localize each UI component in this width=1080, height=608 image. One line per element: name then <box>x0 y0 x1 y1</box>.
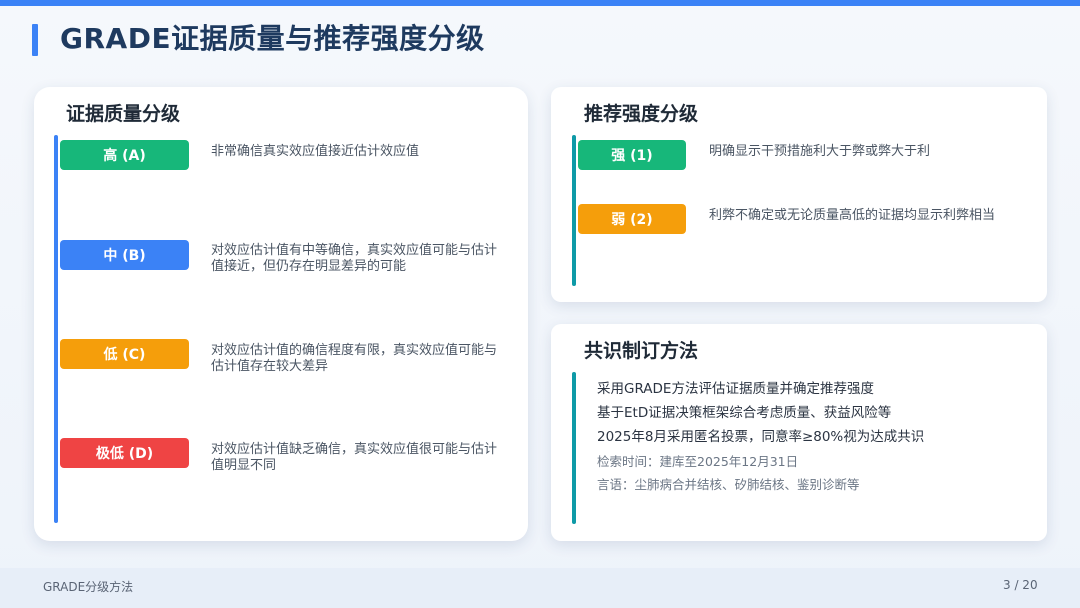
consensus-item-3: 2025年8月采用匿名投票，同意率≥80%视为达成共识 <box>597 429 925 445</box>
footer-bar <box>0 568 1080 608</box>
strength-desc-strong: 明确显示干预措施利大于弊或弊大于利 <box>709 144 931 159</box>
recommendation-strength-card: 推荐强度分级 强 (1) 明确显示干预措施利大于弊或弊大于利 弱 (2) 利弊不… <box>551 87 1047 302</box>
quality-badge-high: 高 (A) <box>60 140 189 170</box>
quality-desc-moderate: 对效应估计值有中等确信，真实效应值可能与估计值接近，但仍存在明显差异的可能 <box>211 243 498 274</box>
consensus-note-keywords: 言语：尘肺病合并结核、矽肺结核、鉴别诊断等 <box>597 477 860 492</box>
consensus-item-2: 基于EtD证据决策框架综合考虑质量、获益风险等 <box>597 405 892 421</box>
consensus-note-search-time: 检索时间：建库至2025年12月31日 <box>597 454 799 469</box>
evidence-quality-card: 证据质量分级 高 (A) 非常确信真实效应值接近估计效应值 中 (B) 对效应估… <box>34 87 528 541</box>
footer-label: GRADE分级方法 <box>43 580 134 594</box>
consensus-item-1: 采用GRADE方法评估证据质量并确定推荐强度 <box>597 381 874 397</box>
strength-badge-strong: 强 (1) <box>578 140 686 170</box>
quality-badge-very-low: 极低 (D) <box>60 438 189 468</box>
consensus-method-title: 共识制订方法 <box>584 340 699 362</box>
page-title: GRADE证据质量与推荐强度分级 <box>60 22 485 55</box>
strength-timeline-line <box>572 135 576 286</box>
quality-desc-high: 非常确信真实效应值接近估计效应值 <box>211 144 420 159</box>
recommendation-strength-title: 推荐强度分级 <box>584 103 699 125</box>
consensus-line <box>572 372 576 524</box>
quality-badge-low: 低 (C) <box>60 339 189 369</box>
page-number: 3 / 20 <box>1003 578 1038 592</box>
quality-timeline-line <box>54 135 58 523</box>
top-accent-bar <box>0 0 1080 6</box>
quality-desc-low: 对效应估计值的确信程度有限，真实效应值可能与估计值存在较大差异 <box>211 343 498 374</box>
strength-desc-weak: 利弊不确定或无论质量高低的证据均显示利弊相当 <box>709 208 996 223</box>
quality-badge-moderate: 中 (B) <box>60 240 189 270</box>
strength-badge-weak: 弱 (2) <box>578 204 686 234</box>
title-accent-mark <box>32 24 38 56</box>
consensus-method-card: 共识制订方法 采用GRADE方法评估证据质量并确定推荐强度 基于EtD证据决策框… <box>551 324 1047 541</box>
quality-desc-very-low: 对效应估计值缺乏确信，真实效应值很可能与估计值明显不同 <box>211 442 498 473</box>
evidence-quality-title: 证据质量分级 <box>66 103 181 125</box>
